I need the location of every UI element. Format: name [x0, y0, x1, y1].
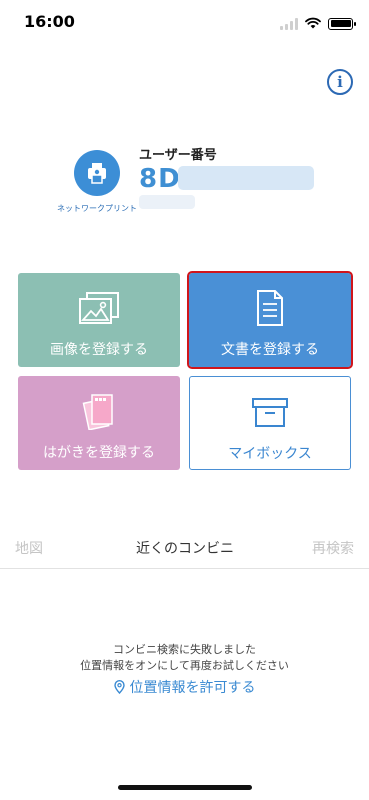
search-failed-message: コンビニ検索に失敗しました [113, 643, 256, 656]
battery-icon [328, 17, 356, 30]
location-hint-message: 位置情報をオンにして再度お試しください [80, 659, 289, 672]
allow-location-link[interactable]: 位置情報を許可する [0, 677, 369, 698]
register-image-button[interactable]: 画像を登録する [18, 273, 180, 367]
signal-icon [280, 17, 298, 30]
status-bar: 16:00 [0, 0, 369, 44]
allow-location-label: 位置情報を許可する [129, 680, 256, 696]
wifi-icon [305, 14, 321, 33]
register-image-label: 画像を登録する [50, 342, 148, 358]
user-number-value: 8D [139, 164, 181, 194]
status-time: 16:00 [24, 12, 75, 31]
status-icons [280, 14, 356, 33]
tab-divider [0, 568, 369, 569]
location-pin-icon [113, 680, 125, 698]
info-button[interactable]: i [327, 69, 353, 95]
postcard-icon [82, 392, 116, 430]
box-icon [251, 393, 289, 431]
register-postcard-button[interactable]: はがきを登録する [18, 376, 180, 470]
register-document-label: 文書を登録する [221, 342, 319, 358]
register-document-button[interactable]: 文書を登録する [187, 271, 353, 369]
document-icon [255, 289, 285, 327]
user-number-label: ユーザー番号 [139, 148, 217, 163]
printer-icon [74, 150, 120, 196]
tab-map[interactable]: 地図 [15, 538, 43, 558]
tab-research[interactable]: 再検索 [312, 538, 354, 558]
mybox-button[interactable]: マイボックス [189, 376, 351, 470]
search-tabs: 地図 近くのコンビニ 再検索 [0, 538, 369, 564]
info-icon: i [337, 73, 343, 91]
register-postcard-label: はがきを登録する [43, 445, 155, 461]
user-number-redacted [178, 166, 314, 190]
logo-caption: ネットワークプリント [57, 204, 137, 213]
home-indicator[interactable] [118, 785, 252, 790]
user-subinfo-redacted [139, 195, 195, 209]
tab-nearby-stores[interactable]: 近くのコンビニ [120, 538, 250, 558]
image-icon [77, 289, 121, 327]
mybox-label: マイボックス [228, 446, 312, 462]
screen: 16:00 i ネットワークプリント ユーザー番号 8D 画像を登録する 文書を… [0, 0, 369, 800]
app-logo: ネットワークプリント [54, 150, 140, 213]
